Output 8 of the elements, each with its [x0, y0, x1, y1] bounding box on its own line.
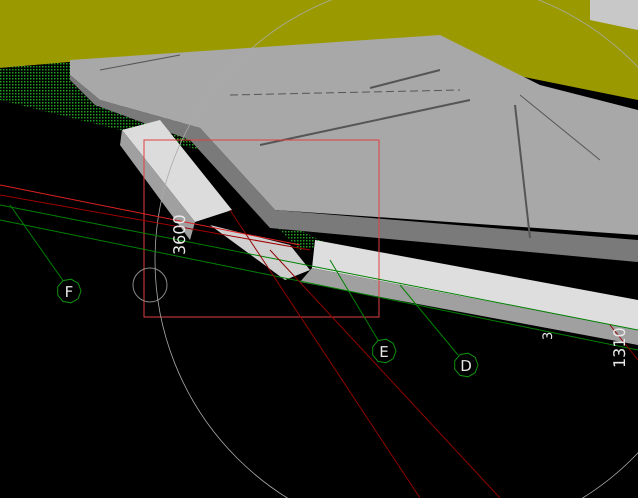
snap-circle: [132, 268, 168, 302]
dimension-label: 3: [541, 332, 556, 340]
grid-bubble: D: [454, 352, 479, 378]
dimension-label: 1310: [610, 327, 629, 368]
grid-bubble: F: [57, 278, 82, 304]
grid-bubble: E: [372, 338, 397, 364]
dimension-label: 3600: [170, 214, 189, 255]
model-viewport[interactable]: 3600 3 1310 F E D: [0, 0, 638, 498]
